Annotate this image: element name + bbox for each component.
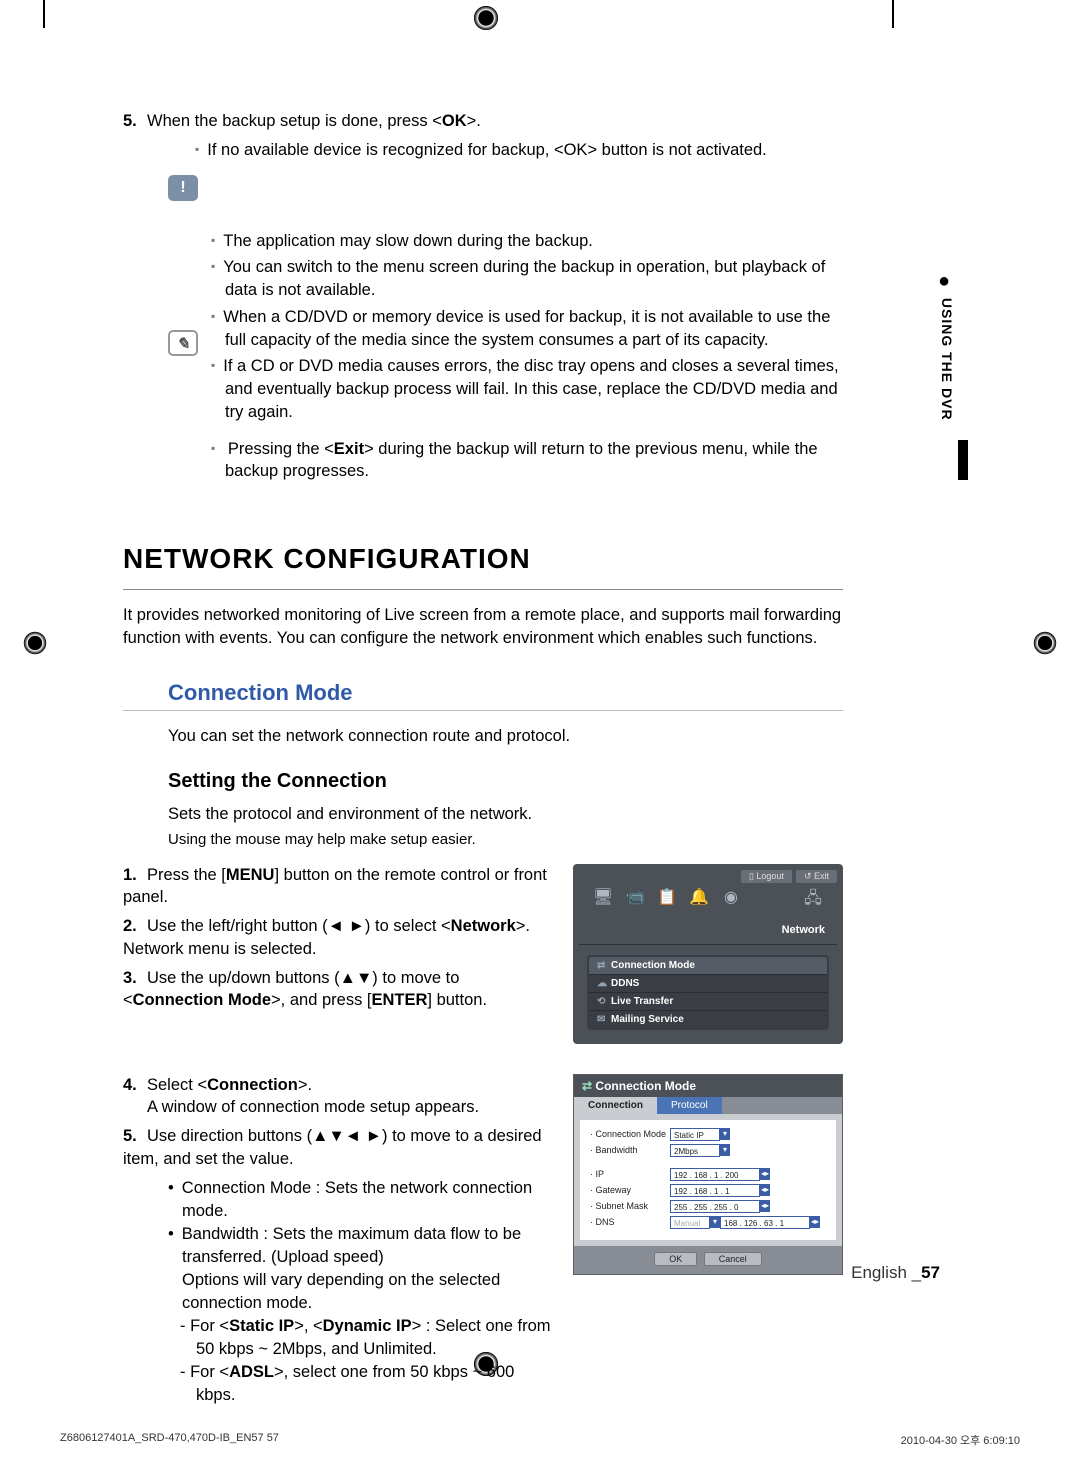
chevron-down-icon[interactable]: ▾ — [710, 1216, 720, 1228]
step-5: 5.When the backup setup is done, press <… — [123, 110, 843, 133]
camera-icon[interactable]: 📹 — [623, 887, 647, 914]
thumb-index-bar — [958, 440, 968, 480]
stepper-icon[interactable]: ◂▸ — [760, 1200, 770, 1212]
step-5-note: If no available device is recognized for… — [195, 139, 843, 162]
print-metadata: Z6806127401A_SRD-470,470D-IB_EN57 57 201… — [60, 1432, 1020, 1448]
bullet-conn-mode: Connection Mode : Sets the network conne… — [168, 1177, 553, 1223]
schedule-icon[interactable]: 📋 — [655, 887, 679, 914]
note-icon: ✎ — [168, 330, 198, 356]
proc-step-3: 3.Use the up/down buttons (▲▼) to move t… — [123, 967, 553, 1013]
ui-screenshot-network-menu: ▯ Logout ↺ Exit 🖥 📹 📋 🔔 ◉ 🖧 Network ⇄Conn… — [573, 864, 843, 1044]
tab-connection[interactable]: Connection — [574, 1097, 657, 1114]
caution-item: The application may slow down during the… — [211, 230, 843, 253]
subsub-hint: Using the mouse may help make setup easi… — [168, 829, 843, 850]
subsub-body: Sets the protocol and environment of the… — [168, 803, 843, 826]
menu-item-ddns[interactable]: ☁DDNS — [589, 974, 827, 992]
menu-item-live-transfer[interactable]: ⟲Live Transfer — [589, 992, 827, 1010]
caution-item: When a CD/DVD or memory device is used f… — [211, 306, 843, 352]
chevron-down-icon[interactable]: ▾ — [720, 1128, 730, 1140]
ui-screenshot-connection-mode: ⇄ Connection Mode Connection Protocol · … — [573, 1074, 843, 1275]
cancel-button[interactable]: Cancel — [704, 1252, 762, 1266]
page-footer: English _57 — [851, 1263, 940, 1283]
dash-adsl: For <ADSL>, select one from 50 kbps ~ 60… — [180, 1361, 553, 1407]
network-icon[interactable]: 🖧 — [801, 887, 825, 914]
caution-item: You can switch to the menu screen during… — [211, 256, 843, 302]
caution-item: If a CD or DVD media causes errors, the … — [211, 355, 843, 423]
section-heading: NETWORK CONFIGURATION — [123, 543, 843, 575]
ip-field[interactable]: 192 . 168 . 1 . 200 — [670, 1168, 760, 1181]
dash-static-ip: For <Static IP>, <Dynamic IP> : Select o… — [180, 1315, 553, 1361]
subsubsection-heading: Setting the Connection — [168, 770, 843, 793]
event-icon[interactable]: 🔔 — [687, 887, 711, 914]
menu-item-mailing-service[interactable]: ✉Mailing Service — [589, 1010, 827, 1028]
proc-step-1: 1.Press the [MENU] button on the remote … — [123, 864, 553, 910]
dns-field[interactable]: 168 . 126 . 63 . 1 — [720, 1216, 810, 1229]
exit-button[interactable]: ↺ Exit — [796, 870, 837, 883]
subsection-heading: Connection Mode — [168, 680, 843, 706]
bullet-bandwidth-cont: Options will vary depending on the selec… — [168, 1269, 553, 1315]
subnet-mask-field[interactable]: 255 . 255 . 255 . 0 — [670, 1200, 760, 1213]
ok-button[interactable]: OK — [654, 1252, 697, 1266]
stepper-icon[interactable]: ◂▸ — [760, 1184, 770, 1196]
proc-step-2: 2.Use the left/right button (◄ ►) to sel… — [123, 915, 553, 961]
chevron-down-icon[interactable]: ▾ — [720, 1144, 730, 1156]
connection-mode-select[interactable]: Static IP — [670, 1128, 720, 1141]
proc-step-5: 5.Use direction buttons (▲▼◄ ►) to move … — [123, 1125, 553, 1171]
side-tab: ● USING THE DVR — [932, 270, 955, 421]
tab-label-network: Network — [579, 920, 837, 945]
bullet-bandwidth: Bandwidth : Sets the maximum data flow t… — [168, 1223, 553, 1269]
proc-step-4: 4.Select <Connection>.A window of connec… — [123, 1074, 553, 1120]
caution-icon: ! — [168, 175, 198, 201]
gateway-field[interactable]: 192 . 168 . 1 . 1 — [670, 1184, 760, 1197]
dns-mode-select[interactable]: Manual — [670, 1216, 710, 1229]
record-icon[interactable]: ◉ — [719, 887, 743, 914]
stepper-icon[interactable]: ◂▸ — [760, 1168, 770, 1180]
monitor-icon[interactable]: 🖥 — [591, 887, 615, 914]
tab-protocol[interactable]: Protocol — [657, 1097, 722, 1114]
menu-item-connection-mode[interactable]: ⇄Connection Mode — [589, 957, 827, 974]
section-lead: It provides networked monitoring of Live… — [123, 604, 843, 650]
bandwidth-select[interactable]: 2Mbps — [670, 1144, 720, 1157]
note-item: Pressing the <Exit> during the backup wi… — [211, 438, 843, 484]
logout-button[interactable]: ▯ Logout — [741, 870, 792, 883]
subsection-body: You can set the network connection route… — [168, 725, 843, 748]
stepper-icon[interactable]: ◂▸ — [810, 1216, 820, 1228]
